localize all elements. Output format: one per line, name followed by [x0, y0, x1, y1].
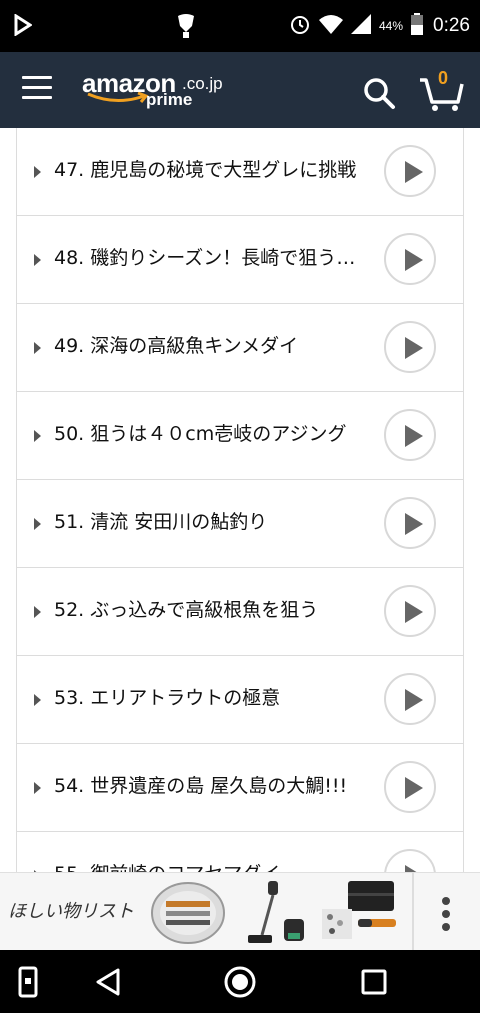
episode-title[interactable]: 50. 狙うは４０cm壱岐のアジング — [54, 421, 366, 447]
recent-apps-icon[interactable] — [356, 964, 392, 1000]
episode-title[interactable]: 55. 御前崎のコマセマダイ — [54, 861, 366, 872]
cart-icon[interactable]: 0 — [418, 68, 464, 112]
play-icon — [405, 777, 423, 799]
amazon-prime-logo[interactable]: amazon .co.jp prime — [82, 68, 223, 112]
play-button[interactable] — [384, 321, 436, 373]
play-button[interactable] — [384, 585, 436, 637]
wishlist-banner[interactable]: ほしい物リスト — [0, 872, 480, 951]
episode-title[interactable]: 54. 世界遺産の島 屋久島の大鯛!!! — [54, 773, 366, 799]
episode-list[interactable]: 47. 鹿児島の秘境で大型グレに挑戦 48. 磯釣りシーズン！長崎で狙う大物 4… — [0, 128, 480, 872]
episode-title[interactable]: 48. 磯釣りシーズン！長崎で狙う大物 — [54, 245, 366, 271]
battery-percent: 44% — [378, 19, 404, 33]
more-options-icon[interactable] — [436, 897, 456, 931]
play-icon — [405, 249, 423, 271]
expand-arrow-icon[interactable] — [34, 518, 41, 530]
play-button[interactable] — [384, 849, 436, 872]
logo-prime: prime — [146, 90, 193, 109]
cordless-vacuum-image — [248, 881, 304, 943]
tool-kit-case-image — [151, 882, 225, 944]
play-button[interactable] — [384, 761, 436, 813]
play-button[interactable] — [384, 145, 436, 197]
episode-row[interactable]: 51. 清流 安田川の鮎釣り — [16, 480, 464, 568]
expand-arrow-icon[interactable] — [34, 606, 41, 618]
play-store-notification-icon — [14, 13, 33, 40]
play-icon — [405, 689, 423, 711]
expand-arrow-icon[interactable] — [34, 254, 41, 266]
episode-row[interactable]: 47. 鹿児島の秘境で大型グレに挑戦 — [16, 128, 464, 216]
episode-title[interactable]: 52. ぶっ込みで高級根魚を狙う — [54, 597, 366, 623]
phone-screen-icon[interactable] — [10, 964, 46, 1000]
navigation-bar — [0, 950, 480, 1013]
play-icon — [405, 865, 423, 872]
episode-row[interactable]: 50. 狙うは４０cm壱岐のアジング — [16, 392, 464, 480]
play-icon — [405, 601, 423, 623]
alarm-icon — [289, 13, 311, 39]
play-icon — [405, 425, 423, 447]
expand-arrow-icon[interactable] — [34, 166, 41, 178]
play-icon — [405, 337, 423, 359]
episode-row[interactable]: 48. 磯釣りシーズン！長崎で狙う大物 — [16, 216, 464, 304]
wifi-icon — [318, 14, 343, 38]
expand-arrow-icon[interactable] — [34, 342, 41, 354]
amazon-smile-icon — [87, 92, 149, 103]
status-bar: 44% 0:26 — [0, 0, 480, 52]
expand-arrow-icon[interactable] — [34, 694, 41, 706]
expand-arrow-icon[interactable] — [34, 782, 41, 794]
play-button[interactable] — [384, 497, 436, 549]
play-button[interactable] — [384, 409, 436, 461]
app-header: amazon .co.jp prime 0 — [0, 52, 480, 128]
battery-icon — [411, 13, 424, 39]
search-icon[interactable] — [362, 76, 396, 110]
clock: 0:26 — [433, 15, 470, 36]
banner-divider — [412, 873, 414, 951]
episode-row[interactable]: 52. ぶっ込みで高級根魚を狙う — [16, 568, 464, 656]
home-icon[interactable] — [222, 964, 258, 1000]
back-icon[interactable] — [90, 964, 126, 1000]
play-icon — [405, 161, 423, 183]
episode-title[interactable]: 53. エリアトラウトの極意 — [54, 685, 366, 711]
episode-row[interactable]: 49. 深海の高級魚キンメダイ — [16, 304, 464, 392]
menu-icon[interactable] — [22, 76, 52, 102]
episode-row[interactable]: 55. 御前崎のコマセマダイ — [16, 832, 464, 872]
episode-title[interactable]: 49. 深海の高級魚キンメダイ — [54, 333, 366, 359]
signal-icon — [350, 14, 371, 38]
rotary-tool-kit-image — [322, 881, 396, 939]
cart-count: 0 — [438, 68, 449, 88]
play-button[interactable] — [384, 673, 436, 725]
episode-title[interactable]: 51. 清流 安田川の鮎釣り — [54, 509, 366, 535]
play-icon — [405, 513, 423, 535]
play-button[interactable] — [384, 233, 436, 285]
banner-text: ほしい物リスト — [8, 901, 134, 921]
episode-row[interactable]: 53. エリアトラウトの極意 — [16, 656, 464, 744]
app-notification-icon — [174, 12, 198, 44]
episode-row[interactable]: 54. 世界遺産の島 屋久島の大鯛!!! — [16, 744, 464, 832]
expand-arrow-icon[interactable] — [34, 430, 41, 442]
episode-title[interactable]: 47. 鹿児島の秘境で大型グレに挑戦 — [54, 157, 366, 183]
